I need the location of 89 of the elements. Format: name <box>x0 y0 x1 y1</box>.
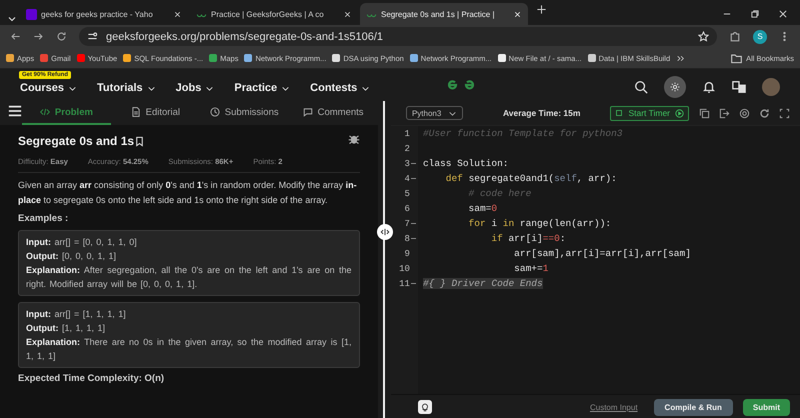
star-icon[interactable] <box>698 31 709 42</box>
fold-icon[interactable] <box>410 236 416 241</box>
browser-tab[interactable]: geeks for geeks practice - Yaho <box>20 3 188 25</box>
line-number: 4 <box>404 174 410 184</box>
close-icon[interactable] <box>173 10 182 18</box>
bookmark-icon[interactable] <box>134 136 146 146</box>
example-line: Explanation: After segregation, all the 0's are on the left and 1's are on the right. Modified array will be [0, 0, 0, 1, 1]. <box>26 264 352 291</box>
line-number: 6 <box>404 204 410 214</box>
complexity-text: Expected Time Complexity: O(n) <box>18 373 166 384</box>
bug-icon[interactable] <box>348 133 360 145</box>
compile-run-button[interactable]: Compile & Run <box>654 398 733 416</box>
custom-input-link[interactable]: Custom Input <box>584 402 644 412</box>
line-number: 1 <box>404 128 410 138</box>
user-avatar[interactable] <box>762 78 780 96</box>
favicon-icon <box>26 8 37 20</box>
split-arrows-icon <box>380 227 390 237</box>
settings-icon[interactable] <box>739 108 750 118</box>
plus-icon[interactable] <box>536 4 547 15</box>
reset-icon[interactable] <box>759 108 770 118</box>
browser-tab[interactable]: Practice | GeeksforGeeks | A co <box>190 3 358 25</box>
code-icon <box>40 107 50 117</box>
lightbulb-icon <box>420 402 430 412</box>
code-line: # code here <box>468 188 532 199</box>
line-number: 7 <box>404 218 410 228</box>
language-dropdown[interactable]: Python3 <box>406 106 463 120</box>
address-bar[interactable]: geeksforgeeks.org/problems/segregate-0s-and-1s5106/1 <box>79 27 717 46</box>
line-number: 10 <box>399 264 410 274</box>
fold-icon[interactable] <box>410 281 416 286</box>
clock-icon <box>210 107 220 117</box>
fold-icon[interactable] <box>410 176 416 181</box>
average-time: Average Time: 15m <box>502 108 580 118</box>
line-number: 3 <box>404 158 410 168</box>
hint-button[interactable] <box>418 400 432 414</box>
example-line: Explanation: There are no 0s in the given array, so the modified array is [1, 1, 1, 1] <box>26 336 352 363</box>
fullscreen-icon[interactable] <box>779 108 790 118</box>
chat-icon <box>302 107 313 117</box>
document-icon <box>130 107 141 117</box>
theme-toggle[interactable] <box>664 76 686 98</box>
nav-menu[interactable]: Courses <box>20 82 78 94</box>
close-icon[interactable] <box>778 9 788 19</box>
problem-tab[interactable]: Comments <box>288 101 378 125</box>
line-number: 5 <box>404 188 410 198</box>
play-icon <box>675 108 684 118</box>
line-number: 9 <box>404 248 410 258</box>
submit-button[interactable]: Submit <box>742 398 790 416</box>
problem-statement: Given an array arr consisting of only 0's and 1's in random order. Modify the array in-place to segregate 0s onto the left side and 1s onto the right side of the array. <box>18 179 358 207</box>
bell-icon[interactable] <box>702 80 716 94</box>
site-settings-icon <box>87 31 98 42</box>
fold-icon[interactable] <box>410 161 416 166</box>
code-line: class Solution: <box>422 158 508 169</box>
sun-icon <box>670 82 680 92</box>
code-line: if arr[i]==0: <box>490 233 566 244</box>
copy-icon[interactable] <box>699 108 710 118</box>
menu-icon[interactable] <box>8 104 22 118</box>
browser-tab[interactable]: Segregate 0s and 1s | Practice | <box>360 3 528 25</box>
code-line: #User function Template for python3 <box>422 128 622 139</box>
chevron-double-right-icon[interactable] <box>676 54 686 62</box>
code-line: sam=0 <box>468 203 498 214</box>
example-line: Output: [1, 1, 1, 1] <box>26 322 106 335</box>
nav-menu[interactable]: Practice <box>234 82 290 94</box>
problem-title: Segregate 0s and 1s <box>18 134 134 148</box>
export-icon[interactable] <box>719 108 730 118</box>
restore-icon[interactable] <box>750 9 760 19</box>
nav-menu[interactable]: Jobs <box>176 82 214 94</box>
code-line: arr[sam],arr[i]=arr[i],arr[sam] <box>513 248 691 259</box>
search-icon[interactable] <box>634 80 648 94</box>
problem-tab[interactable]: Problem <box>22 101 111 125</box>
line-number: 8 <box>404 234 410 244</box>
back-arrow-icon[interactable] <box>10 31 21 42</box>
example-line: Input: arr[] = [0, 0, 1, 1, 0] <box>26 236 138 249</box>
code-line: def segregate0and1(self, arr): <box>444 173 617 184</box>
nav-menu[interactable]: Tutorials <box>97 82 156 94</box>
forward-arrow-icon[interactable] <box>33 31 44 42</box>
line-number: 2 <box>404 144 410 154</box>
close-icon[interactable] <box>343 10 352 18</box>
examples-heading: Examples : <box>18 213 70 224</box>
problem-tab[interactable]: Submissions <box>200 101 289 125</box>
code-line: for i in range(len(arr)): <box>468 218 612 229</box>
example-line: Output: [0, 0, 0, 1, 1] <box>26 250 118 263</box>
example-line: Input: arr[] = [1, 1, 1, 1] <box>26 308 127 321</box>
reload-icon[interactable] <box>56 31 67 42</box>
nav-menu[interactable]: Contests <box>310 82 370 94</box>
start-timer-button[interactable]: Start Timer <box>610 106 689 120</box>
code-line: sam+=1 <box>513 263 548 274</box>
problem-tab[interactable]: Editorial <box>110 101 200 125</box>
folder-icon <box>731 52 742 64</box>
timer-icon <box>615 109 624 117</box>
fold-icon[interactable] <box>410 221 416 226</box>
line-number: 11 <box>399 278 410 288</box>
